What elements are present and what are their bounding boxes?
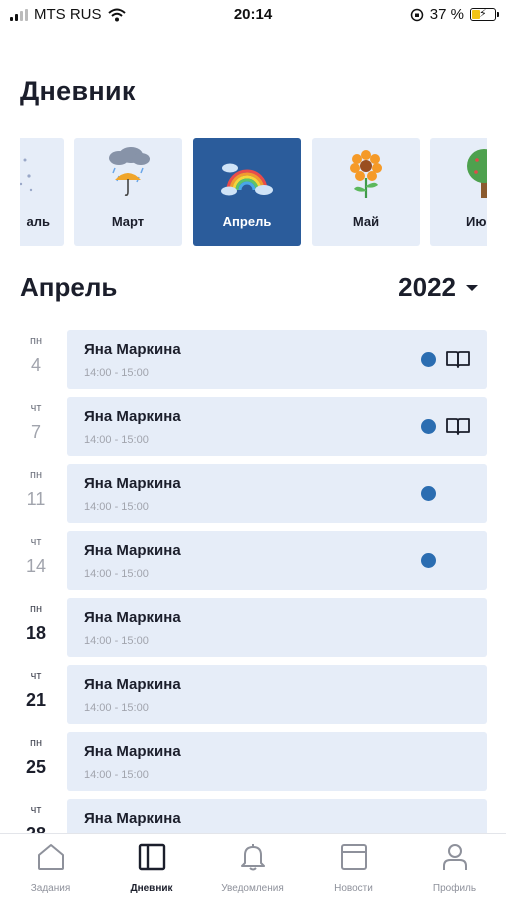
day-label: чт 7 [14, 402, 58, 443]
lesson-teacher: Яна Маркина [84, 341, 181, 358]
lesson-card[interactable]: Яна Маркина 14:00 - 15:00 [67, 464, 487, 523]
home-icon [38, 844, 64, 870]
status-dot [421, 352, 436, 367]
lesson-card[interactable]: Яна Маркина 14:00 - 15:00 [67, 397, 487, 456]
status-dot [421, 486, 436, 501]
book-icon[interactable] [445, 349, 471, 369]
weekday-name: пн [29, 603, 43, 615]
tab-bar: Задания Дневник Уведомления Новости Проф… [0, 833, 506, 900]
tab-label: Новости [334, 883, 373, 894]
day-number: 28 [14, 824, 58, 833]
lesson-time: 14:00 - 15:00 [84, 769, 149, 781]
day-number: 21 [25, 690, 47, 710]
tab-profile[interactable]: Профиль [404, 834, 505, 900]
day-label: пн 4 [14, 335, 58, 376]
weekday-name: пн [29, 737, 43, 749]
lesson-time: 14:00 - 15:00 [84, 501, 149, 513]
day-number: 14 [25, 556, 47, 576]
lesson-teacher: Яна Маркина [84, 810, 181, 827]
tab-label: Задания [30, 883, 71, 894]
lesson-time: 14:00 - 15:00 [84, 367, 149, 379]
day-number: 11 [26, 489, 46, 509]
tab-news[interactable]: Новости [303, 834, 404, 900]
day-label: пн 11 [14, 469, 58, 510]
weekday-name: пн [29, 335, 43, 347]
day-label: чт 21 [14, 670, 58, 711]
lesson-teacher: Яна Маркина [84, 676, 181, 693]
weekday-name: чт [30, 536, 42, 548]
day-label: чт 28 [14, 804, 58, 833]
diary-icon [138, 843, 166, 871]
day-label: пн 25 [14, 737, 58, 778]
status-dot [421, 419, 436, 434]
tab-diary[interactable]: Дневник [101, 834, 202, 900]
weekday-name: чт [30, 804, 42, 816]
lesson-card[interactable]: Яна Маркина 14:00 - 15:00 [67, 598, 487, 657]
tab-label: Профиль [432, 883, 477, 894]
weekday-name: пн [29, 469, 43, 481]
lesson-card[interactable]: Яна Маркина 14:00 - 15:00 [67, 531, 487, 590]
book-icon[interactable] [445, 416, 471, 436]
lesson-card[interactable]: Яна Маркина 14:00 - 15:00 [67, 732, 487, 791]
lesson-teacher: Яна Маркина [84, 408, 181, 425]
bell-icon [241, 844, 265, 871]
lesson-time: 14:00 - 15:00 [84, 434, 149, 446]
lesson-teacher: Яна Маркина [84, 542, 181, 559]
profile-icon [443, 844, 467, 870]
day-number: 7 [30, 422, 41, 442]
lesson-card[interactable]: Яна Маркина 14:00 - 15:00 [67, 330, 487, 389]
tab-label: Дневник [130, 883, 173, 894]
day-label: пн 18 [14, 603, 58, 644]
lesson-time: 14:00 - 15:00 [84, 568, 149, 580]
tab-label: Уведомления [221, 883, 284, 894]
lesson-card[interactable]: Яна Маркина 14:00 - 15:00 [67, 665, 487, 724]
day-number: 4 [30, 355, 41, 375]
weekday-name: чт [30, 670, 42, 682]
day-label: чт 14 [14, 536, 58, 577]
lesson-time: 14:00 - 15:00 [84, 702, 149, 714]
lesson-teacher: Яна Маркина [84, 743, 181, 760]
lesson-card[interactable]: Яна Маркина [67, 799, 487, 833]
tab-tasks[interactable]: Задания [0, 834, 101, 900]
lesson-teacher: Яна Маркина [84, 609, 181, 626]
tab-notifications[interactable]: Уведомления [202, 834, 303, 900]
lesson-time: 14:00 - 15:00 [84, 635, 149, 647]
news-icon [341, 844, 367, 870]
status-dot [421, 553, 436, 568]
lesson-list: пн 4 Яна Маркина 14:00 - 15:00 чт 7 Яна … [0, 0, 506, 833]
day-number: 18 [25, 623, 47, 643]
lesson-teacher: Яна Маркина [84, 475, 181, 492]
weekday-name: чт [30, 402, 42, 414]
day-number: 25 [25, 757, 47, 777]
